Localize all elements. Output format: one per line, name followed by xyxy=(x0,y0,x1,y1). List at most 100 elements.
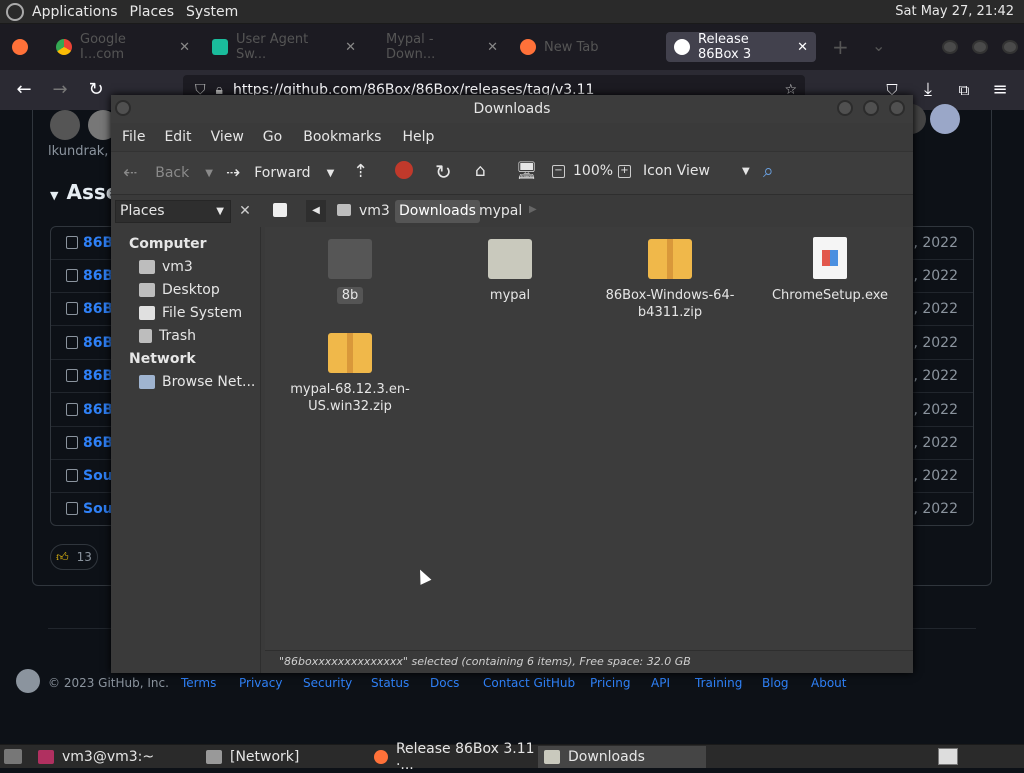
sidebar-item-desktop[interactable]: Desktop xyxy=(139,282,220,298)
chevron-down-icon[interactable]: ▼ xyxy=(327,168,335,179)
edit-location-icon[interactable] xyxy=(273,203,287,217)
status-bar: "86boxxxxxxxxxxxxxx" selected (containin… xyxy=(265,650,913,673)
tab-user-agent[interactable]: User Agent Sw... ✕ xyxy=(204,32,364,62)
footer-link-docs[interactable]: Docs xyxy=(430,676,459,690)
minimize-icon[interactable] xyxy=(942,40,958,54)
hamburger-menu-icon[interactable]: ≡ xyxy=(988,78,1012,102)
menu-view[interactable]: View xyxy=(211,129,244,145)
zoom-in-icon[interactable]: + xyxy=(618,164,631,178)
breadcrumb-left-icon[interactable]: ◀ xyxy=(306,200,326,222)
file-item-chromesetup[interactable]: ChromeSetup.exe xyxy=(755,237,905,304)
file-name: 86Box-Windows-64-b4311.zip xyxy=(605,288,735,320)
breadcrumb-right-icon[interactable]: ▶ xyxy=(529,204,537,215)
home-folder-icon xyxy=(139,260,155,274)
forward-button[interactable]: ⇢ Forward ▼ xyxy=(226,163,334,183)
sidebar-item-browse-network[interactable]: Browse Net... xyxy=(139,374,255,390)
stop-icon[interactable] xyxy=(395,161,413,179)
icon-view[interactable]: 8b mypal 86Box-Windows-64-b4311.zip Chro… xyxy=(265,227,913,650)
window-titlebar[interactable]: Downloads xyxy=(111,95,913,123)
footer-link-contact[interactable]: Contact GitHub xyxy=(483,676,575,690)
taskbar-item-downloads[interactable]: Downloads xyxy=(538,746,706,768)
extensions-icon[interactable]: ⧉ xyxy=(952,78,976,102)
close-icon[interactable]: ✕ xyxy=(179,40,190,55)
contributor-avatar[interactable] xyxy=(50,110,80,140)
footer-link-blog[interactable]: Blog xyxy=(762,676,789,690)
view-mode-select[interactable]: + Icon View ▼ xyxy=(618,163,750,179)
applications-menu[interactable]: Applications xyxy=(26,4,124,20)
up-icon[interactable]: ⇡ xyxy=(353,161,368,182)
maximize-icon[interactable] xyxy=(972,40,988,54)
download-icon[interactable]: ⤓ xyxy=(916,78,940,102)
file-item-mypal-zip[interactable]: mypal-68.12.3.en-US.win32.zip xyxy=(275,333,425,415)
footer-link-terms[interactable]: Terms xyxy=(181,676,216,690)
assets-heading[interactable]: ▼ Asse xyxy=(50,180,119,204)
window-menu-icon[interactable] xyxy=(115,100,131,116)
reload-icon[interactable]: ↻ xyxy=(435,160,452,184)
footer-link-security[interactable]: Security xyxy=(303,676,352,690)
home-icon[interactable]: ⌂ xyxy=(475,161,486,181)
sidebar-item-vm3[interactable]: vm3 xyxy=(139,259,193,275)
close-window-icon[interactable] xyxy=(889,100,905,116)
close-window-icon[interactable] xyxy=(1002,40,1018,54)
footer-link-api[interactable]: API xyxy=(651,676,670,690)
footer-link-status[interactable]: Status xyxy=(371,676,409,690)
sidebar-item-file-system[interactable]: File System xyxy=(139,305,242,321)
close-icon[interactable]: ✕ xyxy=(797,40,808,55)
file-item-8b[interactable]: 8b xyxy=(275,239,425,304)
menu-help[interactable]: Help xyxy=(402,129,434,145)
contributor-avatar[interactable] xyxy=(930,104,960,134)
maximize-icon[interactable] xyxy=(863,100,879,116)
view-mode-label: Icon View xyxy=(643,163,710,179)
close-icon[interactable]: ✕ xyxy=(487,40,498,55)
menu-bookmarks[interactable]: Bookmarks xyxy=(303,129,381,145)
sidebar-item-trash[interactable]: Trash xyxy=(139,328,196,344)
places-menu[interactable]: Places xyxy=(124,4,181,20)
close-icon[interactable]: ✕ xyxy=(345,40,356,55)
home-folder-icon xyxy=(337,204,351,216)
close-icon[interactable]: ✕ xyxy=(235,200,255,222)
file-item-mypal[interactable]: mypal xyxy=(435,239,585,304)
zoom-level: 100% xyxy=(573,163,614,179)
new-tab-icon[interactable]: + xyxy=(832,35,849,59)
package-icon xyxy=(66,369,78,382)
file-item-86box-zip[interactable]: 86Box-Windows-64-b4311.zip xyxy=(595,239,745,321)
tab-release-86box[interactable]: Release 86Box 3 ✕ xyxy=(666,32,816,62)
taskbar-item-terminal[interactable]: vm3@vm3:~ xyxy=(32,746,198,768)
workspace-switcher-icon[interactable] xyxy=(938,748,958,765)
footer-link-about[interactable]: About xyxy=(811,676,846,690)
tab-label: User Agent Sw... xyxy=(236,32,309,62)
chevron-down-icon[interactable]: ⌄ xyxy=(872,36,885,55)
sidebar-pane-select[interactable]: Places ▼ xyxy=(115,200,231,223)
taskbar-item-network[interactable]: [Network] xyxy=(200,746,366,768)
extension-icon xyxy=(212,39,228,55)
tab-mypal[interactable]: Mypal - Down... ✕ xyxy=(372,32,506,62)
search-icon[interactable]: ⌕ xyxy=(763,160,774,182)
tab-new[interactable]: New Tab xyxy=(512,32,652,62)
reload-icon[interactable]: ↻ xyxy=(84,78,108,102)
chevron-down-icon[interactable]: ▼ xyxy=(205,168,213,179)
taskbar-item-firefox[interactable]: Release 86Box 3.11 ·... xyxy=(368,741,536,773)
breadcrumb-mypal[interactable]: mypal xyxy=(475,200,526,223)
footer-link-training[interactable]: Training xyxy=(695,676,742,690)
footer-link-pricing[interactable]: Pricing xyxy=(590,676,630,690)
footer-link-privacy[interactable]: Privacy xyxy=(239,676,282,690)
menu-edit[interactable]: Edit xyxy=(164,129,191,145)
clock[interactable]: Sat May 27, 21:42 xyxy=(895,4,1014,19)
breadcrumb-vm3[interactable]: vm3 xyxy=(333,200,394,223)
forward-arrow-icon[interactable]: → xyxy=(48,78,72,102)
system-menu[interactable]: System xyxy=(180,4,244,20)
zoom-out-button[interactable]: −100% xyxy=(552,163,613,179)
breadcrumb-downloads[interactable]: Downloads xyxy=(395,200,480,223)
gnome-foot-icon[interactable] xyxy=(6,2,24,21)
back-arrow-icon[interactable]: ← xyxy=(12,78,36,102)
menu-go[interactable]: Go xyxy=(263,129,282,145)
menu-file[interactable]: File xyxy=(122,129,145,145)
computer-icon[interactable]: 🖥︎ xyxy=(516,161,538,181)
show-desktop-icon[interactable] xyxy=(4,749,22,764)
back-button[interactable]: ⇠ Back ▼ xyxy=(123,163,213,183)
firefox-menu-icon[interactable] xyxy=(12,39,28,55)
taskbar-label: Downloads xyxy=(568,749,645,765)
thumbs-up-reaction[interactable]: 👍︎ 13 xyxy=(50,544,98,570)
tab-google[interactable]: Google I...com ✕ xyxy=(48,32,198,62)
minimize-icon[interactable] xyxy=(837,100,853,116)
